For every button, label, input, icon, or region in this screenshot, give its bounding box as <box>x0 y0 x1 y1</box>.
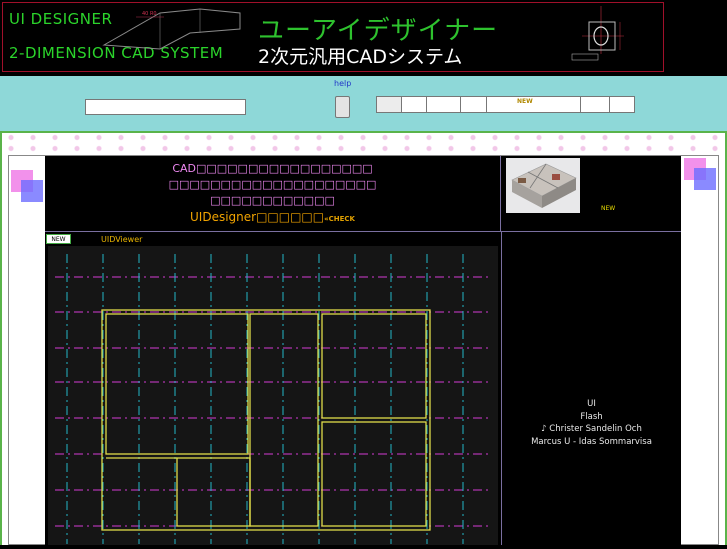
info-line-2[interactable]: Flash <box>502 411 681 424</box>
promo-line-4[interactable]: UIDesigner□□□□□□«CHECK <box>45 209 500 227</box>
room-thumbnail[interactable] <box>506 158 580 213</box>
nav-tab-5[interactable]: NEW <box>486 96 581 113</box>
viewer-title: UIDViewer <box>101 235 143 244</box>
help-link[interactable]: help <box>334 79 351 88</box>
check-link[interactable]: «CHECK <box>324 215 355 223</box>
nav-tab-2[interactable] <box>401 96 427 113</box>
banner-cad-drawing: 40 R0 <box>102 8 241 50</box>
border-left <box>0 132 2 545</box>
new-label: NEW <box>601 205 616 212</box>
uid-viewer[interactable] <box>45 232 501 545</box>
help-button[interactable] <box>335 96 350 118</box>
svg-text:40 R0: 40 R0 <box>142 11 157 17</box>
deco-square-blue-right <box>694 168 716 190</box>
promo-line-3: □□□□□□□□□□□□ <box>210 194 335 207</box>
search-input[interactable] <box>85 99 246 115</box>
new-badge: NEW <box>517 98 533 105</box>
music-title[interactable]: ♪ Christer Sandelin Och <box>502 423 681 436</box>
info-line-1: UI <box>587 399 596 409</box>
info-panel: UI Flash ♪ Christer Sandelin Och Marcus … <box>501 232 681 545</box>
new-tag: NEW <box>46 234 71 244</box>
title-en-line1: UI DESIGNER <box>9 10 113 28</box>
nav-tab-6[interactable] <box>580 96 610 113</box>
3d-room-image <box>506 158 580 213</box>
promo-panel: CAD□□□□□□□□□□□□□□□□□ □□□□□□□□□□□□□□□□□□□… <box>45 156 501 231</box>
promo-line-2: □□□□□□□□□□□□□□□□□□□□ <box>168 178 377 191</box>
deco-square-blue <box>21 180 43 202</box>
decorative-pattern <box>0 132 727 154</box>
promo-link[interactable]: UIDesigner□□□□□□ <box>190 210 324 224</box>
cad-floorplan[interactable] <box>45 232 501 545</box>
music-artist[interactable]: Marcus U - Idas Sommarvisa <box>502 436 681 449</box>
nav-tab-4[interactable] <box>460 96 487 113</box>
promo-line-1: CAD□□□□□□□□□□□□□□□□□ <box>172 162 373 175</box>
subtitle-jp: 2次元汎用CADシステム <box>258 46 463 68</box>
nav-tab-1[interactable] <box>376 96 402 113</box>
nav-tab-3[interactable] <box>426 96 461 113</box>
banner-part-drawing <box>571 6 624 61</box>
nav-tab-7[interactable] <box>609 96 635 113</box>
border-top <box>0 131 727 133</box>
